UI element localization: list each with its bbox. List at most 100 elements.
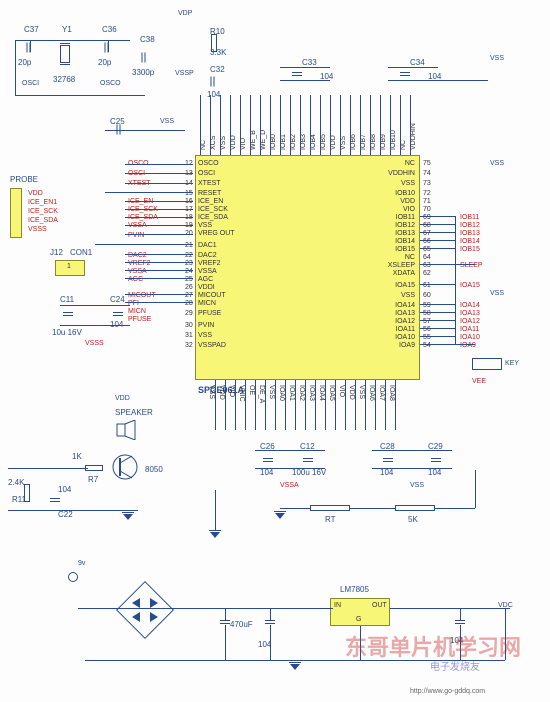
vsss-lbl2: VSSS (85, 340, 104, 347)
lm7805-out: OUT (372, 602, 387, 609)
wire (420, 304, 455, 305)
pin-micn: MICN (198, 300, 216, 307)
key-lbl: KEY (505, 360, 519, 367)
bot-pin-16: IOA6 (368, 385, 375, 401)
wire (108, 40, 109, 52)
pinno-60: 60 (423, 292, 431, 299)
probe-ref: PROBE (10, 175, 38, 184)
r7-val: 1K (72, 452, 82, 461)
speaker-icon (115, 420, 145, 440)
pin-ioa14: IOA14 (395, 302, 415, 309)
wire (8, 468, 88, 469)
rt-res (310, 505, 350, 511)
pin-ioa15: IOA15 (395, 282, 415, 289)
vss-bot: VSS (410, 482, 424, 489)
dc-jack (68, 572, 78, 582)
net-ioa13: IOA13 (460, 310, 480, 317)
c37-ref: C37 (24, 25, 39, 34)
watermark-small: 电子发烧友 (430, 658, 480, 673)
wire (125, 201, 193, 202)
c37-val: 20p (18, 58, 31, 67)
top-pin-12: IOB5 (320, 134, 327, 150)
wire (388, 80, 488, 81)
wire (125, 209, 193, 210)
pin-iceen: ICE_EN (198, 198, 223, 205)
bridge-rectifier (110, 575, 180, 645)
wire (420, 284, 455, 285)
osco-lbl: OSCO (100, 80, 121, 87)
c24-ref: C24 (110, 295, 125, 304)
pin-iob14: IOB14 (395, 238, 415, 245)
transistor (110, 452, 140, 482)
net-iob14: IOB14 (460, 238, 480, 245)
pin-micout: MICOUT (198, 292, 226, 299)
probe-iceen1: ICE_EN1 (28, 199, 57, 206)
bot-pin-10: IOA3 (308, 385, 315, 401)
osci-lbl: OSCI (22, 80, 39, 87)
pin-nc-r1: NC (405, 160, 415, 167)
wire (280, 67, 330, 68)
wire (372, 450, 452, 451)
wire (420, 264, 475, 265)
pin-vssa: VSSA (198, 268, 217, 275)
net-ioa11: IOA11 (460, 326, 479, 333)
wire (60, 305, 130, 306)
vss-right-1: VSS (490, 160, 504, 167)
top-pin-21: VDDHIN (410, 123, 417, 150)
wire (420, 328, 455, 329)
wire (420, 248, 455, 249)
pin-iob13: IOB13 (395, 230, 415, 237)
top-pin-13: VDD (330, 135, 337, 150)
wire (125, 302, 193, 303)
pin-vsspad: VSSPAD (198, 342, 226, 349)
wire (125, 183, 193, 184)
lm7805-g: G (356, 616, 361, 623)
top-pin-1: XCS (210, 136, 217, 150)
wire (255, 468, 325, 469)
c38-val: 3300p (132, 68, 154, 77)
bot-pin-0: VSS (208, 385, 215, 399)
wire (125, 254, 193, 255)
pinno-72: 72 (423, 190, 431, 197)
wire (372, 468, 452, 469)
pinno-74: 74 (423, 170, 431, 177)
vee-lbl: VEE (472, 378, 486, 385)
bot-pin-1: VDD (218, 385, 225, 400)
wire (420, 320, 455, 321)
bot-pin-14: VDD (348, 385, 355, 400)
net-ioa10: IOA10 (460, 334, 480, 341)
top-pin-4: VIO (240, 138, 247, 150)
top-pin-18: IOB9 (380, 134, 387, 150)
c29-val: 104 (428, 468, 441, 477)
c32-ref: C32 (210, 65, 225, 74)
c36-ref: C36 (102, 25, 117, 34)
wire (420, 240, 455, 241)
pin-pfuse: PFUSE (198, 310, 221, 317)
vss-c25: VSS (160, 118, 174, 125)
wire (225, 608, 226, 620)
pinno-75: 75 (423, 160, 431, 167)
wire (270, 625, 271, 660)
pin-vdd-r: VDD (400, 198, 415, 205)
pin-pvin: PVIN (198, 322, 214, 329)
c22-val: 104 (58, 485, 71, 494)
pinno-73: 73 (423, 180, 431, 187)
wire (270, 608, 271, 620)
net-ioa14: IOA14 (460, 302, 480, 309)
bot-pin-4: OE (248, 385, 255, 395)
pin-ioa10: IOA10 (395, 334, 415, 341)
wire (125, 294, 193, 295)
bot-pin-8: IOA1 (288, 385, 295, 401)
bot-pin-7: IOA0 (278, 385, 285, 401)
c34-ref: C34 (410, 58, 425, 67)
bot-pin-15: VSS (358, 385, 365, 399)
probe-icesda: ICE_SDA (28, 217, 58, 224)
wire (420, 344, 475, 345)
r10-val: 3.3K (210, 48, 226, 57)
wire (475, 470, 476, 508)
c26-val: 104 (260, 468, 273, 477)
pin-vref2: VREF2 (198, 260, 221, 267)
cpwr1-val: 470uF (230, 620, 253, 629)
wire (125, 225, 193, 226)
top-pin-9: IOB2 (290, 134, 297, 150)
